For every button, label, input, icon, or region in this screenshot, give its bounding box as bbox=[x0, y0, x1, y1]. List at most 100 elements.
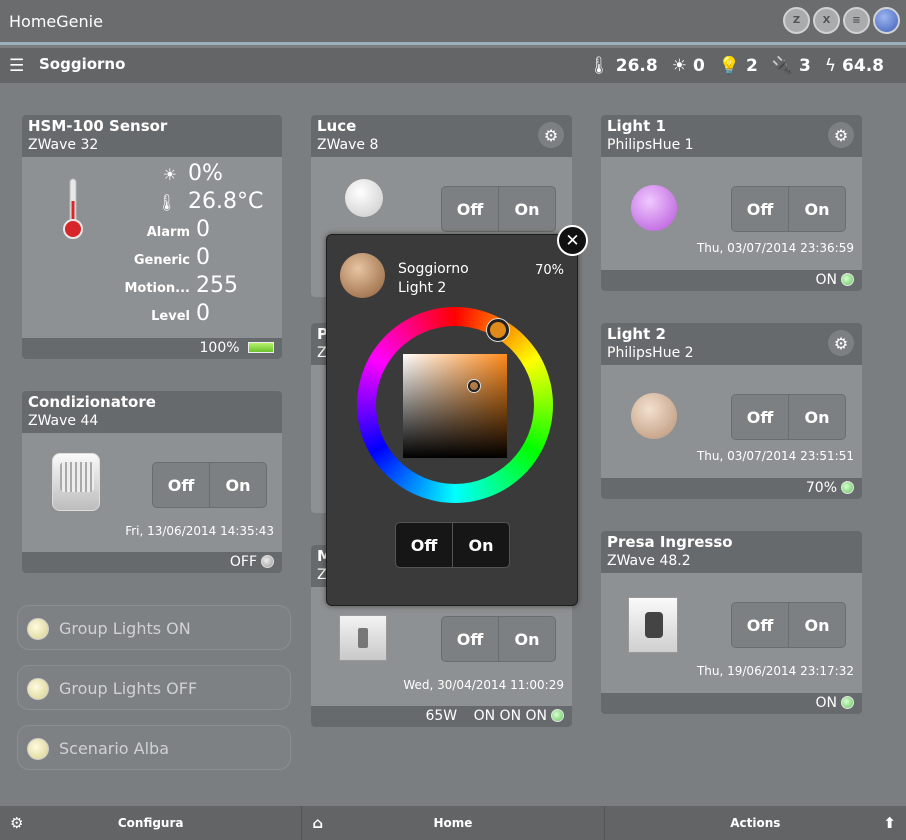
sensor-row-alarm: Alarm 0 bbox=[146, 217, 210, 242]
stat-power: ϟ 64.8 bbox=[824, 56, 884, 76]
on-button[interactable]: On bbox=[498, 617, 555, 661]
luminance-row: ☀ 0% bbox=[162, 161, 223, 186]
onoff-switch: Off On bbox=[731, 602, 846, 648]
card-header: Condizionatore ZWave 44 bbox=[22, 391, 282, 433]
gear-icon[interactable]: ⚙ bbox=[828, 330, 854, 356]
card-footer: ON bbox=[601, 693, 862, 714]
saturation-value-square[interactable] bbox=[403, 354, 507, 458]
sun-icon: ☀ bbox=[162, 165, 177, 184]
status-led-icon bbox=[841, 273, 854, 286]
card-footer: 100% bbox=[22, 338, 282, 359]
scenario-led-icon bbox=[27, 738, 49, 760]
card-footer: OFF bbox=[22, 552, 282, 573]
close-icon[interactable]: ✕ bbox=[557, 225, 588, 256]
card-presa-ingresso[interactable]: Presa Ingresso ZWave 48.2 Off On Thu, 19… bbox=[601, 531, 862, 714]
card-header: Light 2 PhilipsHue 2 ⚙ bbox=[601, 323, 862, 365]
off-button[interactable]: Off bbox=[442, 187, 498, 231]
temperature-row: 🌡 26.8°C bbox=[156, 189, 264, 214]
light-preview-icon bbox=[340, 253, 385, 298]
off-button[interactable]: Off bbox=[732, 187, 788, 231]
on-button[interactable]: On bbox=[498, 187, 555, 231]
room-title: Soggiorno bbox=[39, 55, 126, 73]
battery-icon bbox=[248, 342, 274, 353]
title-bar: HomeGenie Z X ≡ bbox=[0, 0, 906, 45]
status-orb-icon[interactable] bbox=[873, 7, 900, 34]
stat-appliances: 🔌 3 bbox=[771, 56, 811, 76]
scenario-alba[interactable]: Scenario Alba bbox=[17, 725, 291, 770]
timestamp: Wed, 30/04/2014 11:00:29 bbox=[403, 678, 564, 692]
header-bar: ☰ Soggiorno 🌡 26.8 ☀ 0 💡 2 🔌 3 ϟ 64.8 bbox=[0, 48, 906, 83]
card-title: Condizionatore bbox=[28, 393, 156, 411]
stat-temperature: 🌡 26.8 bbox=[588, 56, 658, 76]
bulb-icon: 💡 bbox=[718, 56, 740, 76]
gear-icon[interactable]: ⚙ bbox=[828, 122, 854, 148]
card-hsm-sensor[interactable]: HSM-100 Sensor ZWave 32 ☀ 0% 🌡 26.8°C Al… bbox=[22, 115, 282, 359]
zwave-icon[interactable]: Z bbox=[783, 7, 810, 34]
on-button[interactable]: On bbox=[788, 187, 845, 231]
color-picker-popup: Soggiorno Light 2 70% Off On bbox=[326, 234, 578, 606]
outlet-icon bbox=[628, 597, 678, 653]
card-title: Presa Ingresso bbox=[607, 533, 733, 551]
bulb-icon bbox=[345, 179, 383, 217]
scenario-group-lights-off[interactable]: Group Lights OFF bbox=[17, 665, 291, 710]
scenario-led-icon bbox=[27, 618, 49, 640]
on-button[interactable]: On bbox=[788, 603, 845, 647]
card-subtitle: ZWave 8 bbox=[317, 137, 379, 153]
plug-icon: 🔌 bbox=[771, 56, 793, 76]
menu-icon[interactable]: ☰ bbox=[9, 56, 24, 76]
status-led-icon bbox=[841, 481, 854, 494]
status-led-icon bbox=[551, 709, 564, 722]
popup-on-button[interactable]: On bbox=[452, 523, 509, 567]
popup-title: Soggiorno Light 2 bbox=[398, 261, 469, 296]
gear-icon[interactable]: ⚙ bbox=[538, 122, 564, 148]
scenario-group-lights-on[interactable]: Group Lights ON bbox=[17, 605, 291, 650]
footer-bar: ⚙ Configura ⌂ Home Actions ⬆ bbox=[0, 806, 906, 840]
popup-onoff-switch: Off On bbox=[395, 522, 510, 568]
onoff-switch: Off On bbox=[441, 186, 556, 232]
card-header: Luce ZWave 8 ⚙ bbox=[311, 115, 572, 157]
sun-icon: ☀ bbox=[671, 56, 687, 76]
configure-button[interactable]: ⚙ Configura bbox=[0, 806, 301, 840]
hue-handle[interactable] bbox=[487, 319, 509, 341]
card-subtitle: ZWave 48.2 bbox=[607, 553, 691, 569]
off-button[interactable]: Off bbox=[732, 603, 788, 647]
on-button[interactable]: On bbox=[209, 463, 266, 507]
thermometer-icon: 🌡 bbox=[156, 193, 177, 212]
off-button[interactable]: Off bbox=[153, 463, 209, 507]
off-button[interactable]: Off bbox=[442, 617, 498, 661]
top-icons: Z X ≡ bbox=[783, 7, 900, 34]
actions-button[interactable]: Actions ⬆ bbox=[603, 806, 906, 840]
hue-bulb-icon bbox=[631, 393, 677, 439]
home-button[interactable]: ⌂ Home bbox=[301, 806, 603, 840]
onoff-switch: Off On bbox=[441, 616, 556, 662]
lightning-icon: ϟ bbox=[824, 56, 837, 76]
onoff-switch: Off On bbox=[152, 462, 267, 508]
thermometer-icon bbox=[63, 178, 83, 239]
color-handle[interactable] bbox=[468, 380, 480, 392]
card-footer: 70% bbox=[601, 478, 862, 499]
card-condizionatore[interactable]: Condizionatore ZWave 44 Off On Fri, 13/0… bbox=[22, 391, 282, 573]
app-title: HomeGenie bbox=[9, 12, 103, 31]
x10-icon[interactable]: X bbox=[813, 7, 840, 34]
card-subtitle: PhilipsHue 2 bbox=[607, 345, 694, 361]
insteon-icon[interactable]: ≡ bbox=[843, 7, 870, 34]
power-reading: 65W bbox=[425, 708, 458, 724]
card-title: Luce bbox=[317, 117, 357, 135]
stat-luminance: ☀ 0 bbox=[671, 56, 705, 76]
card-light-2[interactable]: Light 2 PhilipsHue 2 ⚙ Off On Thu, 03/07… bbox=[601, 323, 862, 499]
card-header: Light 1 PhilipsHue 1 ⚙ bbox=[601, 115, 862, 157]
gear-icon: ⚙ bbox=[10, 814, 24, 832]
card-subtitle: PhilipsHue 1 bbox=[607, 137, 694, 153]
header-stats: 🌡 26.8 ☀ 0 💡 2 🔌 3 ϟ 64.8 bbox=[588, 56, 884, 76]
arrow-up-icon: ⬆ bbox=[883, 814, 896, 832]
on-button[interactable]: On bbox=[788, 395, 845, 439]
home-icon: ⌂ bbox=[312, 814, 324, 832]
card-light-1[interactable]: Light 1 PhilipsHue 1 ⚙ Off On Thu, 03/07… bbox=[601, 115, 862, 291]
onoff-switch: Off On bbox=[731, 394, 846, 440]
card-footer: 65W ON ON ON bbox=[311, 706, 572, 727]
hue-bulb-icon bbox=[631, 185, 677, 231]
off-button[interactable]: Off bbox=[732, 395, 788, 439]
popup-off-button[interactable]: Off bbox=[396, 523, 452, 567]
status-led-icon bbox=[261, 555, 274, 568]
card-header: HSM-100 Sensor ZWave 32 bbox=[22, 115, 282, 157]
